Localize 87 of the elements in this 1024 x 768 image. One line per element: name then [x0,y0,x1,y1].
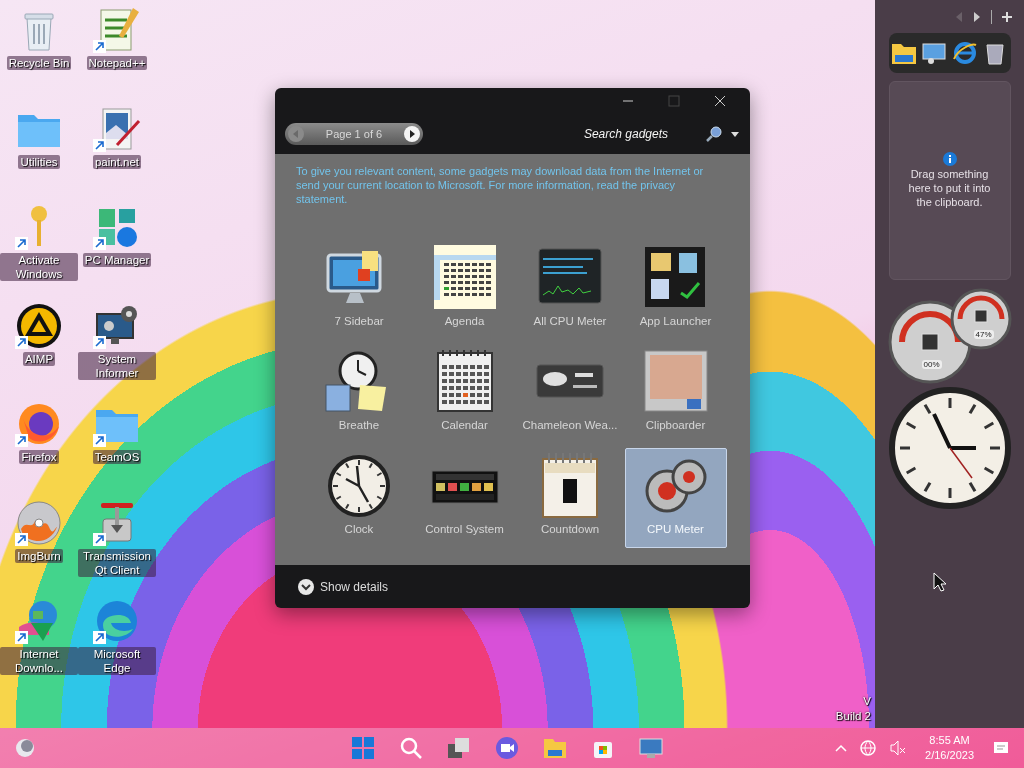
gauge-reading: 47% [973,330,994,339]
gadget-name: Clock [344,523,374,535]
notepad-icon [93,6,141,54]
search-field[interactable]: Search gadgets [431,126,698,142]
task-view-icon[interactable] [447,736,471,760]
desktop-shortcut[interactable]: Activate Windows [0,203,78,302]
icon-label: Utilities [18,154,60,169]
folder-icon[interactable] [890,41,917,65]
icon-label: TeamOS [92,450,142,464]
icon-label: paint.net [92,154,142,169]
gadget-name: Countdown [540,523,600,535]
gadget-name: Control System [425,523,504,535]
gadget-tile[interactable]: Agenda [413,240,516,340]
desktop-shortcut[interactable]: Transmission Qt Client [78,498,156,597]
icon-label: Notepad++ [86,56,148,70]
chevron-icon [297,577,315,596]
next-icon[interactable] [973,12,981,22]
icon-label: System Informer [78,351,156,380]
icon-label: Internet Downlo... [0,647,78,675]
desktop-shortcut[interactable]: PC Manager [78,203,156,302]
icon-label: Microsoft Edge [78,647,156,675]
desktop-shortcut[interactable]: Internet Downlo... [0,597,78,696]
gadget-tile[interactable]: All CPU Meter [519,240,621,340]
gadget-tile[interactable]: Clipboarder [624,344,727,444]
desktop-shortcut[interactable]: ImgBurn [0,498,78,597]
next-page-icon[interactable] [403,125,421,143]
dropdown-caret-icon[interactable] [730,130,740,138]
watermark-text: Build 2 [835,709,871,724]
video-camera-icon[interactable] [495,736,519,760]
gadget-name: Breathe [338,419,380,431]
gadget-tile[interactable]: CPU Meter [624,448,727,548]
gadget-name: App Launcher [639,315,712,327]
gadget-name: All CPU Meter [533,315,607,327]
gadget-name: Agenda [444,315,485,327]
date-text: 2/16/2023 [925,748,974,763]
gadget-name: Clipboarder [645,419,706,431]
icon-label: ImgBurn [15,548,63,563]
gadget-tile[interactable]: Control System [413,448,516,548]
chevron-up-icon[interactable] [835,744,848,752]
icon-label: Transmission Qt Client [78,548,156,577]
desktop-shortcut[interactable]: Recycle Bin [0,6,78,105]
triangle-logo-icon [15,301,63,350]
speaker-muted-icon[interactable] [889,739,908,757]
gadget-tile[interactable]: App Launcher [624,240,727,340]
disc-icon [15,498,63,547]
watermark-text: V [863,694,871,709]
privacy-notice: To give you relevant content, some gadgets may download data from the Internet or send your current location to Microsoft. For more information, read the privacy statement. [296,164,705,206]
gadget-tile[interactable]: Breathe [308,344,410,444]
start-icon[interactable] [351,736,375,760]
desktop-shortcut[interactable]: Notepad++ [78,6,156,105]
gadget-tile[interactable]: 7 Sidebar [308,240,410,340]
icon-label: AIMP [22,351,56,366]
show-details-button[interactable]: Show details [297,577,389,596]
network-computer-icon[interactable] [921,41,948,65]
icon-label: PC Manager [82,253,152,267]
icon-label: Activate Windows [0,253,78,281]
desktop-shortcut[interactable]: AIMP [0,301,78,400]
gadget-tile[interactable]: Chameleon Wea... [519,344,621,444]
add-icon[interactable] [1002,12,1012,22]
time-text: 8:55 AM [929,733,970,748]
page-indicator: Page 1 of 6 [325,128,383,140]
monitor-icon[interactable] [639,736,663,760]
clipboard-hint: Drag something here to put it into the clipboard. [907,167,992,209]
desktop-shortcut[interactable]: System Informer [78,301,156,400]
gadget-name: Calendar [441,419,488,431]
search-icon[interactable] [706,126,722,142]
info-icon [942,152,957,166]
desktop-shortcut[interactable]: Microsoft Edge [78,597,156,696]
gadget-tile[interactable]: Calendar [413,344,516,444]
globe-icon[interactable] [859,739,878,757]
browser-e-icon[interactable] [951,41,978,65]
gadget-name: CPU Meter [647,523,704,535]
icon-label: Recycle Bin [6,56,72,70]
icon-label: Firefox [19,450,59,464]
desktop-shortcut[interactable]: paint.net [78,104,156,203]
gadget-tile[interactable]: Countdown [519,448,621,548]
gauge-reading: 00% [921,360,942,369]
desktop-shortcut[interactable]: Utilities [0,104,78,203]
gauge-drawing [949,288,1012,350]
desktop-shortcut[interactable]: TeamOS [78,400,156,499]
gadget-name: 7 Sidebar [334,315,384,327]
mouse-pointer-icon [933,572,947,592]
gadget-name: Chameleon Wea... [522,419,618,431]
clock-button[interactable]: 8:55 AM 2/16/2023 [919,733,980,763]
close-icon[interactable] [714,95,726,107]
desktop-shortcut[interactable]: Firefox [0,400,78,499]
gadget-tile[interactable]: Clock [308,448,410,548]
